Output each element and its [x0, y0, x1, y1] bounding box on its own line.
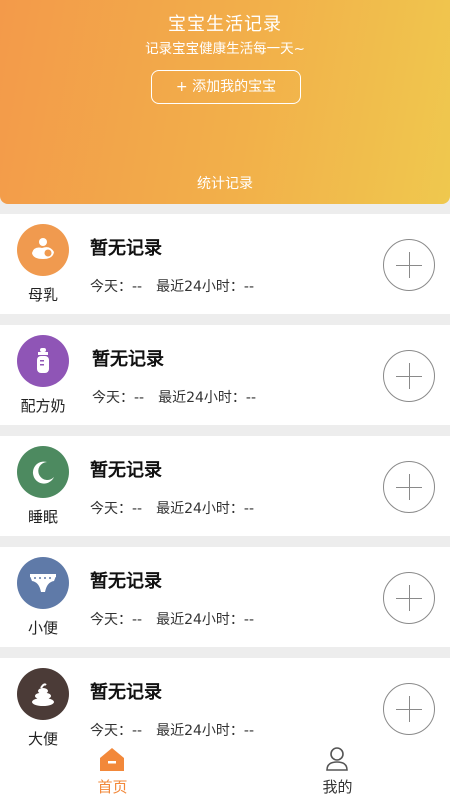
record-stats: 今天：-- 最近24小时：--	[92, 387, 270, 407]
today-stat: 今天：--	[92, 390, 145, 406]
last24h-stat: 最近24小时：--	[156, 501, 255, 517]
category-label: 小便	[27, 619, 58, 637]
record-status: 暂无记录	[90, 682, 162, 703]
record-card-pee[interactable]: 小便 暂无记录 今天：-- 最近24小时：--	[0, 547, 450, 647]
home-icon	[100, 748, 124, 771]
add-baby-button[interactable]: + 添加我的宝宝	[151, 70, 301, 104]
last24h-stat: 最近24小时：--	[156, 279, 255, 295]
add-record-button[interactable]	[383, 239, 435, 291]
today-stat: 今天：--	[90, 612, 143, 628]
record-card-breastfeeding[interactable]: 母乳 暂无记录 今天：-- 最近24小时：--	[0, 214, 450, 314]
add-record-button[interactable]	[383, 572, 435, 624]
today-stat: 今天：--	[90, 501, 143, 517]
record-status: 暂无记录	[92, 349, 164, 370]
baby-bottle-icon	[17, 335, 69, 387]
record-stats: 今天：-- 最近24小时：--	[90, 276, 268, 296]
record-card-formula[interactable]: 配方奶 暂无记录 今天：-- 最近24小时：--	[0, 325, 450, 425]
tab-mine[interactable]: 我的	[225, 746, 450, 800]
record-card-poop[interactable]: 大便 暂无记录 今天：-- 最近24小时：--	[0, 658, 450, 758]
category-label: 配方奶	[20, 397, 66, 415]
last24h-stat: 最近24小时：--	[156, 612, 255, 628]
last24h-stat: 最近24小时：--	[158, 390, 257, 406]
app-title: 宝宝生活记录	[168, 14, 282, 35]
today-stat: 今天：--	[90, 723, 143, 739]
record-status: 暂无记录	[90, 460, 162, 481]
record-stats: 今天：-- 最近24小时：--	[90, 720, 268, 740]
stats-record-link[interactable]: 统计记录	[0, 173, 450, 193]
bottom-tab-bar: 首页 我的	[0, 746, 450, 800]
add-record-button[interactable]	[383, 683, 435, 735]
add-record-button[interactable]	[383, 461, 435, 513]
today-stat: 今天：--	[90, 279, 143, 295]
poop-icon	[17, 668, 69, 720]
add-record-button[interactable]	[383, 350, 435, 402]
record-stats: 今天：-- 最近24小时：--	[90, 609, 268, 629]
last24h-stat: 最近24小时：--	[156, 723, 255, 739]
app-subtitle: 记录宝宝健康生活每一天~	[145, 41, 305, 57]
diaper-icon	[17, 557, 69, 609]
header-banner: 宝宝生活记录 记录宝宝健康生活每一天~ + 添加我的宝宝 统计记录	[0, 0, 450, 204]
record-stats: 今天：-- 最近24小时：--	[90, 498, 268, 518]
breastfeeding-icon	[17, 224, 69, 276]
profile-icon	[326, 747, 348, 771]
category-label: 母乳	[27, 286, 58, 304]
record-status: 暂无记录	[90, 571, 162, 592]
record-status: 暂无记录	[90, 238, 162, 259]
tab-home[interactable]: 首页	[0, 746, 225, 800]
record-card-sleep[interactable]: 睡眠 暂无记录 今天：-- 最近24小时：--	[0, 436, 450, 536]
tab-home-label: 首页	[97, 778, 128, 796]
category-label: 睡眠	[27, 508, 58, 526]
moon-icon	[17, 446, 69, 498]
tab-mine-label: 我的	[322, 778, 353, 796]
